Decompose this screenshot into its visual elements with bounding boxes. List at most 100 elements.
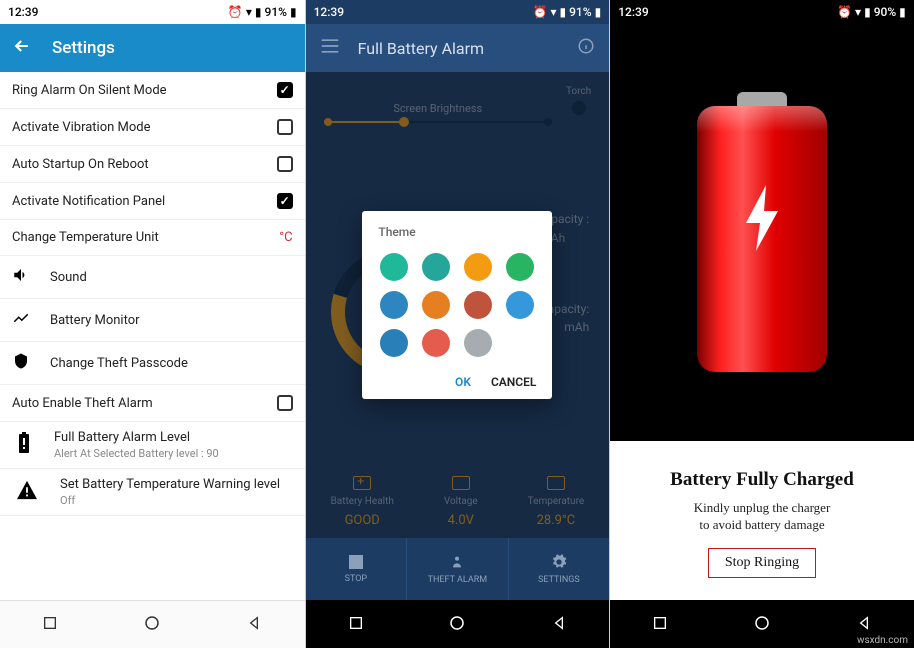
bottom-tabs: STOP THEFT ALARM SETTINGS [306, 538, 610, 600]
color-swatches [378, 253, 536, 357]
nav-home-icon[interactable] [448, 614, 466, 636]
color-swatch[interactable] [506, 291, 534, 319]
tab-settings-label: SETTINGS [538, 575, 580, 585]
nav-recent-icon[interactable] [551, 615, 567, 635]
checkbox-startup[interactable] [277, 156, 293, 172]
status-icons: ⏰ ▾ ▮ 91% ▮ [533, 5, 602, 19]
row-auto-theft[interactable]: Auto Enable Theft Alarm [0, 385, 305, 422]
status-icons: ⏰ ▾ ▮ 90% ▮ [837, 5, 906, 19]
row-label: Ring Alarm On Silent Mode [12, 83, 167, 98]
temp-unit-value: °C [279, 230, 292, 245]
watermark: wsxdn.com [857, 635, 908, 646]
row-vibration[interactable]: Activate Vibration Mode [0, 109, 305, 146]
nav-recent-icon[interactable] [246, 615, 262, 635]
charged-body: Battery Fully Charged Kindly unplug the … [610, 24, 914, 600]
charged-line2: to avoid battery damage [628, 516, 896, 534]
row-notif[interactable]: Activate Notification Panel [0, 183, 305, 220]
status-bar: 12:39 ⏰ ▾ ▮ 91% ▮ [0, 0, 305, 24]
row-label: Activate Vibration Mode [12, 120, 151, 135]
gear-icon [551, 554, 567, 570]
info-icon[interactable] [577, 37, 595, 59]
back-icon[interactable] [12, 36, 32, 61]
color-swatch[interactable] [464, 329, 492, 357]
color-swatch[interactable] [380, 329, 408, 357]
battery-illustration-area [610, 24, 914, 441]
status-time: 12:39 [314, 5, 344, 19]
alarm-icon: ⏰ [533, 5, 548, 19]
charged-line1: Kindly unplug the charger [628, 499, 896, 517]
wifi-icon: ▾ [246, 5, 252, 19]
nav-back-icon[interactable] [348, 615, 364, 635]
tab-stop[interactable]: STOP [306, 538, 408, 600]
checkbox-auto-theft[interactable] [277, 395, 293, 411]
row-battery-monitor[interactable]: Battery Monitor [0, 299, 305, 342]
checkbox-ring-silent[interactable] [277, 82, 293, 98]
dialog-scrim[interactable]: Theme OK CANCEL [306, 72, 610, 538]
dialog-ok-button[interactable]: OK [455, 375, 471, 389]
battery-illustration [697, 92, 827, 372]
row-label: Auto Enable Theft Alarm [12, 396, 153, 411]
signal-icon: ▮ [255, 5, 262, 19]
tab-settings[interactable]: SETTINGS [509, 538, 610, 600]
theme-dialog: Theme OK CANCEL [362, 211, 552, 399]
alarm-icon: ⏰ [837, 5, 852, 19]
temp-warn-sub: Off [60, 494, 280, 507]
settings-body: Ring Alarm On Silent Mode Activate Vibra… [0, 72, 305, 600]
row-startup[interactable]: Auto Startup On Reboot [0, 146, 305, 183]
row-label: Battery Monitor [50, 313, 140, 328]
stop-ringing-button[interactable]: Stop Ringing [708, 548, 816, 578]
charged-panel: Battery Fully Charged Kindly unplug the … [610, 441, 914, 600]
temp-warn-title: Set Battery Temperature Warning level [60, 477, 280, 492]
row-alarm-level[interactable]: Full Battery Alarm Level Alert At Select… [0, 422, 305, 469]
alarm-icon: ⏰ [228, 5, 243, 19]
battery-icon: ▮ [899, 5, 906, 19]
charged-heading: Battery Fully Charged [628, 469, 896, 491]
lightning-icon [742, 185, 782, 251]
color-swatch[interactable] [380, 291, 408, 319]
wifi-icon: ▾ [855, 5, 861, 19]
screen-charged: 12:39 ⏰ ▾ ▮ 90% ▮ Battery Fully Charged … [609, 0, 914, 648]
row-label: Sound [50, 270, 87, 285]
row-sound[interactable]: Sound [0, 256, 305, 299]
theft-icon [449, 554, 465, 570]
color-swatch[interactable] [464, 291, 492, 319]
screen-settings: 12:39 ⏰ ▾ ▮ 91% ▮ Settings Ring Alarm On… [0, 0, 305, 648]
nav-home-icon[interactable] [143, 614, 161, 636]
nav-bar [306, 600, 610, 648]
nav-recent-icon[interactable] [856, 615, 872, 635]
stop-icon [349, 555, 363, 569]
dialog-title: Theme [378, 225, 536, 239]
menu-icon[interactable] [320, 38, 340, 58]
color-swatch[interactable] [422, 253, 450, 281]
row-temp-warning[interactable]: Set Battery Temperature Warning level Of… [0, 469, 305, 516]
color-swatch[interactable] [506, 253, 534, 281]
nav-home-icon[interactable] [753, 614, 771, 636]
row-temp-unit[interactable]: Change Temperature Unit °C [0, 220, 305, 256]
checkbox-vibration[interactable] [277, 119, 293, 135]
row-theft-passcode[interactable]: Change Theft Passcode [0, 342, 305, 385]
row-ring-silent[interactable]: Ring Alarm On Silent Mode [0, 72, 305, 109]
color-swatch[interactable] [464, 253, 492, 281]
battery-icon: ▮ [290, 5, 297, 19]
battery-pct: 91% [569, 5, 591, 19]
color-swatch[interactable] [422, 329, 450, 357]
status-bar: 12:39 ⏰ ▾ ▮ 91% ▮ [306, 0, 610, 24]
alarm-level-sub: Alert At Selected Battery level : 90 [54, 447, 219, 460]
nav-back-icon[interactable] [42, 615, 58, 635]
status-bar: 12:39 ⏰ ▾ ▮ 90% ▮ [610, 0, 914, 24]
row-label: Change Temperature Unit [12, 230, 159, 245]
nav-back-icon[interactable] [652, 615, 668, 635]
signal-icon: ▮ [559, 5, 566, 19]
row-label: Change Theft Passcode [50, 356, 188, 371]
dialog-cancel-button[interactable]: CANCEL [491, 375, 536, 389]
app-title: Full Battery Alarm [358, 39, 578, 58]
checkbox-notif[interactable] [277, 193, 293, 209]
nav-bar [0, 600, 305, 648]
battery-icon: ▮ [595, 5, 602, 19]
color-swatch[interactable] [380, 253, 408, 281]
tab-theft[interactable]: THEFT ALARM [407, 538, 509, 600]
sound-icon [12, 266, 30, 288]
color-swatch[interactable] [422, 291, 450, 319]
settings-title: Settings [52, 38, 115, 58]
alarm-level-title: Full Battery Alarm Level [54, 430, 219, 445]
